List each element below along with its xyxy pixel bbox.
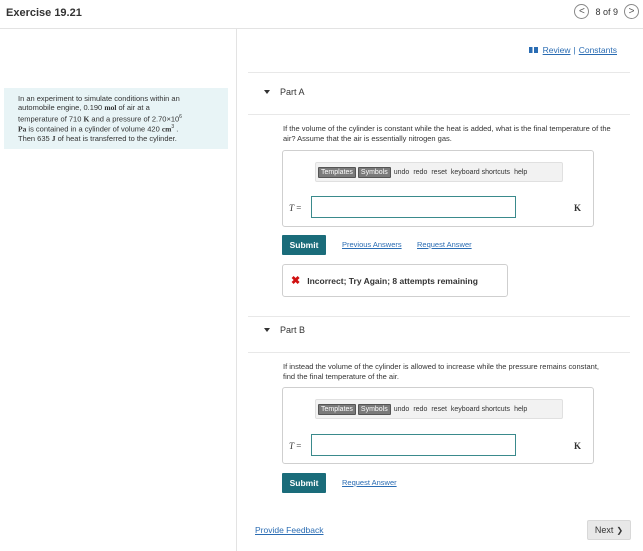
divider [248,352,630,353]
part-b-request-answer-link[interactable]: Request Answer [342,478,397,487]
resource-links: Review | Constants [528,45,617,55]
divider [248,114,630,115]
part-b-question: If instead the volume of the cylinder is… [283,362,599,381]
variable-label: T = [289,203,302,213]
divider [248,316,630,317]
pagination: < 8 of 9 > [574,4,639,19]
problem-line: temperature of 710 K and a pressure of 2… [18,113,182,124]
part-a-request-answer-link[interactable]: Request Answer [417,240,472,249]
prev-exercise-button[interactable]: < [574,4,590,19]
symbols-button[interactable]: Symbols [357,166,391,178]
collapse-caret-icon[interactable] [264,90,270,94]
collapse-caret-icon[interactable] [264,328,270,332]
math-toolbar: Templates Symbols undo redo reset keyboa… [315,162,563,182]
redo-button[interactable]: redo [412,169,428,176]
feedback-text: Incorrect; Try Again; 8 attempts remaini… [307,275,478,286]
keyboard-shortcuts-button[interactable]: keyboard shortcuts [450,406,511,413]
templates-button[interactable]: Templates [318,403,356,415]
constants-link[interactable]: Constants [579,45,617,55]
problem-statement: In an experiment to simulate conditions … [4,88,228,150]
top-bar: Exercise 19.21 < 8 of 9 > [0,0,643,29]
next-label: Next [594,525,614,535]
reset-button[interactable]: reset [430,406,448,413]
part-a-question: If the volume of the cylinder is constan… [283,124,611,143]
problem-line: automobile engine, 0.190 mol of air at a [18,103,150,113]
provide-feedback-link[interactable]: Provide Feedback [255,525,324,535]
problem-line: Then 635 J of heat is transferred to the… [18,134,177,144]
page-indicator: 8 of 9 [595,6,618,17]
part-a-submit-button[interactable]: Submit [282,235,326,255]
previous-answers-link[interactable]: Previous Answers [342,240,402,249]
review-icon [528,47,538,53]
chevron-right-icon: ❯ [616,525,624,535]
incorrect-feedback: ✖ Incorrect; Try Again; 8 attempts remai… [282,264,508,297]
part-b-label: Part B [280,325,306,335]
part-b-answer-input[interactable] [311,434,516,456]
part-b-submit-button[interactable]: Submit [282,473,326,493]
undo-button[interactable]: undo [393,406,411,413]
next-exercise-button[interactable]: > [624,4,639,19]
keyboard-shortcuts-button[interactable]: keyboard shortcuts [450,169,511,176]
reset-button[interactable]: reset [430,169,448,176]
symbols-button[interactable]: Symbols [357,403,391,415]
redo-button[interactable]: redo [412,406,428,413]
exercise-title: Exercise 19.21 [6,7,82,19]
review-link[interactable]: Review [543,45,571,55]
incorrect-x-icon: ✖ [291,275,301,287]
part-b-header[interactable]: Part B [264,325,305,335]
problem-line: Pa is contained in a cylinder of volume … [18,124,179,134]
part-a-header[interactable]: Part A [264,87,305,97]
column-divider [236,29,237,551]
part-a-answer-box: Templates Symbols undo redo reset keyboa… [282,150,594,227]
links-divider: | [573,45,576,55]
part-a-answer-input[interactable] [311,196,516,218]
help-button[interactable]: help [513,169,528,176]
templates-button[interactable]: Templates [318,166,356,178]
unit-label: K [573,203,581,213]
part-b-answer-box: Templates Symbols undo redo reset keyboa… [282,387,594,464]
divider [248,72,630,73]
problem-line: In an experiment to simulate conditions … [18,94,180,103]
help-button[interactable]: help [513,406,528,413]
unit-label: K [573,441,581,451]
part-a-label: Part A [280,87,305,97]
variable-label: T = [289,441,302,451]
undo-button[interactable]: undo [393,169,411,176]
next-button[interactable]: Next ❯ [587,520,631,540]
math-toolbar: Templates Symbols undo redo reset keyboa… [315,399,563,419]
